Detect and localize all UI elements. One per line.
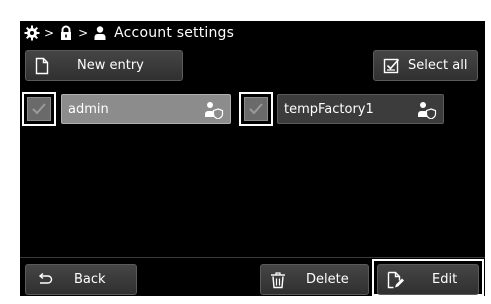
footer-divider (20, 257, 485, 258)
gear-icon[interactable] (24, 25, 40, 41)
breadcrumb-separator: > (44, 26, 55, 40)
edit-document-icon (387, 271, 404, 288)
checkmark-icon (249, 103, 263, 115)
title-bar: > > Account settings (20, 21, 485, 45)
user-shield-icon (418, 102, 437, 119)
breadcrumb-separator: > (78, 26, 89, 40)
account-entry-admin[interactable]: admin (61, 94, 231, 124)
account-name: admin (68, 101, 109, 117)
back-button[interactable]: Back (25, 264, 137, 295)
back-arrow-icon (38, 272, 53, 284)
user-shield-icon (205, 102, 224, 119)
select-all-label: Select all (408, 58, 468, 73)
page-title: Account settings (114, 25, 235, 41)
account-checkbox-admin[interactable] (22, 92, 56, 126)
checklist-icon (383, 58, 400, 74)
delete-button[interactable]: Delete (260, 264, 369, 295)
select-all-button[interactable]: Select all (373, 50, 478, 81)
account-name: tempFactory1 (284, 101, 374, 117)
checkbox-box (27, 97, 51, 121)
back-label: Back (74, 272, 106, 287)
user-icon (92, 25, 108, 41)
device-screen: > > Account settings New entry Select al… (20, 21, 485, 296)
delete-label: Delete (306, 272, 349, 287)
lock-icon[interactable] (58, 25, 74, 41)
checkmark-icon (32, 103, 46, 115)
document-icon (35, 57, 49, 74)
edit-button[interactable]: Edit (377, 264, 479, 295)
new-entry-label: New entry (77, 58, 144, 73)
account-checkbox-tempfactory1[interactable] (239, 92, 273, 126)
account-entry-tempfactory1[interactable]: tempFactory1 (277, 94, 444, 124)
new-entry-button[interactable]: New entry (25, 50, 183, 81)
trash-icon (271, 271, 285, 288)
checkbox-box (244, 97, 268, 121)
edit-label: Edit (432, 272, 458, 287)
